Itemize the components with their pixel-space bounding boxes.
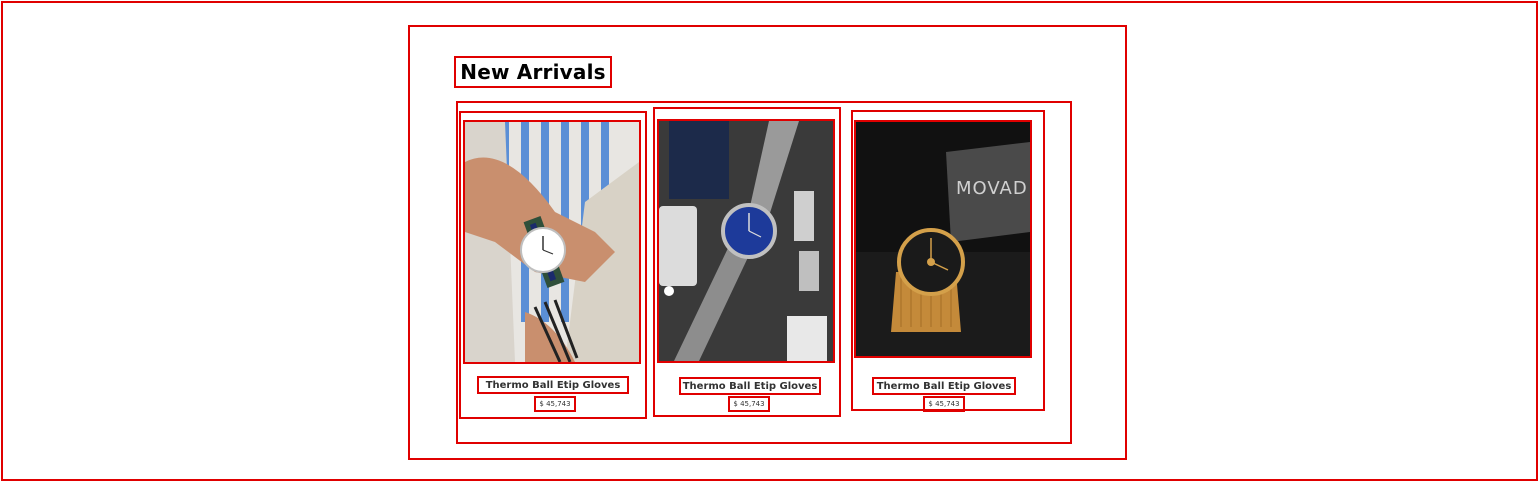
section-title: New Arrivals <box>454 56 612 88</box>
product-card[interactable]: MOVAD Thermo Ball Etip Gloves $ 45,743 <box>851 110 1045 412</box>
product-name[interactable]: Thermo Ball Etip Gloves <box>679 377 821 395</box>
product-price: $ 45,743 <box>534 396 576 412</box>
product-image[interactable]: MOVAD <box>854 120 1032 358</box>
product-name[interactable]: Thermo Ball Etip Gloves <box>477 376 629 394</box>
product-image[interactable] <box>657 119 835 363</box>
blue-dial-mesh-watch-image <box>659 121 833 361</box>
product-image[interactable] <box>463 120 641 364</box>
section-title-text: New Arrivals <box>460 60 606 84</box>
product-name[interactable]: Thermo Ball Etip Gloves <box>872 377 1016 395</box>
svg-text:MOVAD: MOVAD <box>956 178 1028 199</box>
product-price: $ 45,743 <box>923 396 965 412</box>
product-card[interactable]: Thermo Ball Etip Gloves $ 45,743 <box>459 111 647 419</box>
product-card[interactable]: Thermo Ball Etip Gloves $ 45,743 <box>653 107 841 417</box>
watch-on-wrist-image <box>465 122 639 362</box>
gold-movado-watch-image: MOVAD <box>856 122 1030 356</box>
product-price: $ 45,743 <box>728 396 770 412</box>
